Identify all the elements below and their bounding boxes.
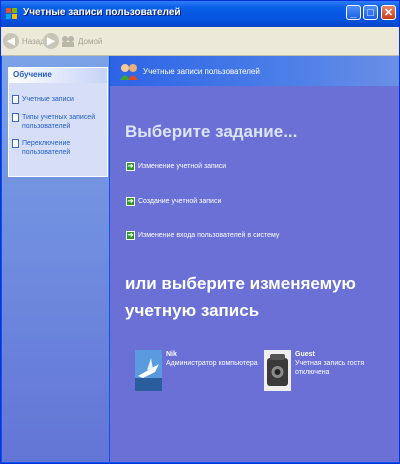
- home-label: Домой: [78, 36, 103, 46]
- green-arrow-icon: ➜: [126, 197, 135, 206]
- sidebar-item-label: Переключение пользователей: [22, 140, 71, 156]
- account-info: Nik Администратор компьютера: [166, 350, 258, 391]
- forward-button[interactable]: ▶: [43, 31, 62, 51]
- account-nik[interactable]: Nik Администратор компьютера: [135, 350, 258, 391]
- green-arrow-icon: ➜: [126, 162, 135, 171]
- task-label: Изменение учетной записи: [138, 163, 227, 170]
- account-name: Nik: [166, 351, 177, 358]
- task-label: Изменение входа пользователей в систему: [138, 232, 280, 239]
- doc-icon: [12, 95, 19, 104]
- minimize-button[interactable]: _: [346, 5, 361, 20]
- pick-task-heading: Выберите задание...: [125, 122, 298, 141]
- pick-account-heading: или выберите изменяемую учетную запись: [125, 274, 356, 320]
- home-button[interactable]: Домой: [61, 31, 102, 51]
- account-desc: Администратор компьютера: [166, 360, 258, 367]
- back-label: Назад: [22, 36, 45, 46]
- doc-icon: [12, 139, 19, 148]
- back-button[interactable]: ◀ Назад: [3, 31, 45, 51]
- banner: Учетные записи пользователей: [110, 56, 399, 86]
- maximize-button[interactable]: □: [363, 5, 378, 20]
- title-bar[interactable]: Учетные записи пользователей _ □ ✕: [1, 1, 399, 27]
- app-icon: [6, 8, 17, 19]
- doc-icon: [12, 113, 19, 122]
- back-arrow-icon: ◀: [3, 33, 19, 49]
- account-name: Guest: [295, 351, 315, 358]
- toolbar: ◀ Назад ▶ Домой: [1, 27, 399, 56]
- window-title: Учетные записи пользователей: [23, 7, 181, 18]
- learn-panel-title: Обучение: [9, 68, 107, 83]
- main-pane: Учетные записи пользователей Выберите за…: [110, 56, 399, 462]
- users-icon: [120, 64, 138, 80]
- sidebar-item-switch-users[interactable]: Переключение пользователей: [12, 139, 100, 157]
- account-info: Guest Учетная запись гостя отключена: [295, 350, 385, 391]
- left-pane: Обучение Учетные записи Типы учетных зап…: [2, 56, 109, 462]
- home-icon: [62, 36, 74, 47]
- nik-avatar: [135, 350, 162, 391]
- green-arrow-icon: ➜: [126, 231, 135, 240]
- task-change-account[interactable]: ➜ Изменение учетной записи: [126, 162, 226, 171]
- banner-title: Учетные записи пользователей: [143, 67, 260, 76]
- sidebar-item-account-types[interactable]: Типы учетных записей пользователей: [12, 113, 100, 131]
- close-button[interactable]: ✕: [381, 5, 396, 20]
- sidebar-item-label: Учетные записи: [22, 96, 74, 103]
- window: Учетные записи пользователей _ □ ✕ ◀ Наз…: [0, 0, 400, 464]
- account-guest[interactable]: Guest Учетная запись гостя отключена: [264, 350, 385, 391]
- learn-panel: Обучение Учетные записи Типы учетных зап…: [8, 67, 108, 177]
- guest-avatar: [264, 350, 291, 391]
- forward-arrow-icon: ▶: [43, 33, 59, 49]
- account-desc: Учетная запись гостя отключена: [295, 360, 365, 376]
- sidebar-item-accounts[interactable]: Учетные записи: [12, 95, 74, 104]
- task-create-account[interactable]: ➜ Создание учетной записи: [126, 197, 221, 206]
- task-change-logon[interactable]: ➜ Изменение входа пользователей в систем…: [126, 231, 279, 240]
- sidebar-item-label: Типы учетных записей пользователей: [22, 114, 96, 130]
- task-label: Создание учетной записи: [138, 198, 222, 205]
